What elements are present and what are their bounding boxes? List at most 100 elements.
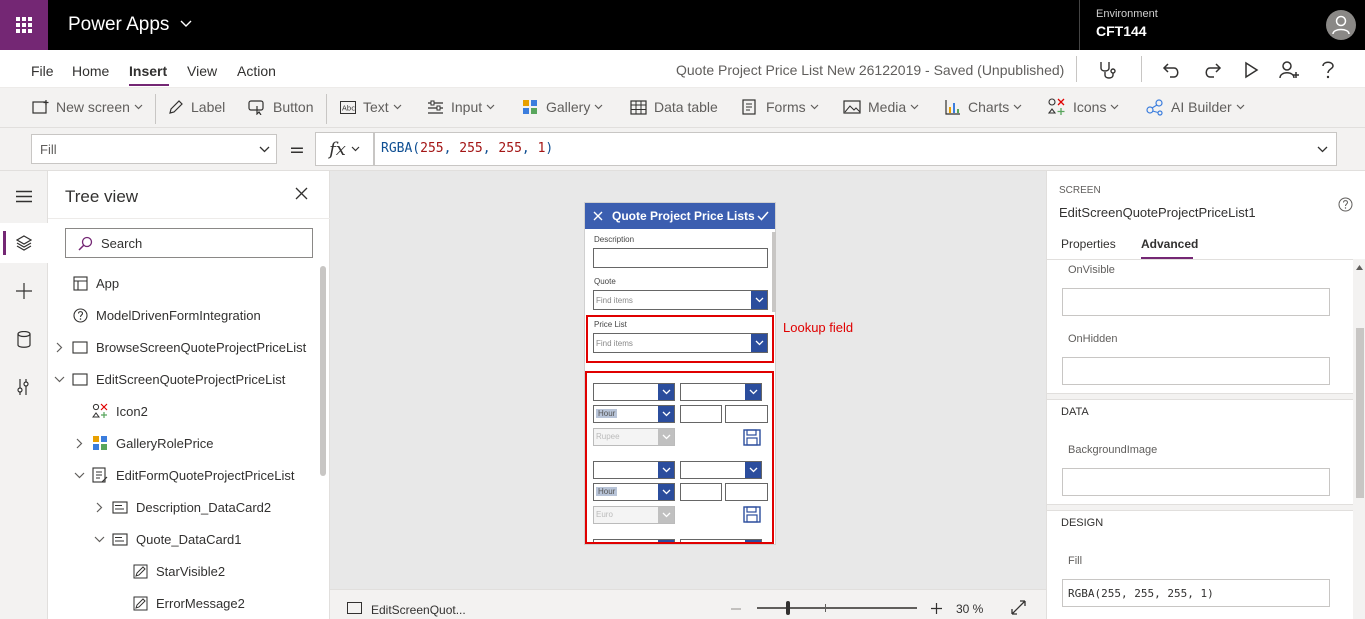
property-dropdown[interactable]: Fill [31,134,277,164]
tree-node-editscreen[interactable]: EditScreenQuoteProjectPriceList [52,366,285,392]
control-kind: SCREEN [1059,185,1101,196]
help-circle-icon[interactable] [1338,197,1353,212]
tab-action[interactable]: Action [237,63,276,79]
close-icon[interactable] [295,187,308,200]
icons-button[interactable]: Icons [1048,96,1126,118]
screen-selector[interactable]: EditScreenQuot... [371,603,466,617]
forms-button[interactable]: Forms [742,96,826,118]
control-name[interactable]: EditScreenQuoteProjectPriceList1 [1059,205,1256,220]
fill-label: Fill [1068,555,1083,567]
chevron-down-icon[interactable] [180,20,192,28]
environment-picker[interactable]: Environment CFT144 [1079,0,1317,50]
formula-input[interactable]: RGBA(255, 255, 255, 1) [374,132,1337,166]
layers-icon [16,235,32,251]
backgroundimage-input[interactable] [1062,468,1330,496]
svg-text:Abc: Abc [342,104,355,112]
advanced-tools-button[interactable] [0,367,48,407]
chevron-right-icon[interactable] [72,438,86,449]
divider [48,218,330,219]
dropdown-button[interactable] [751,291,767,309]
scrollbar[interactable] [320,266,326,476]
button-icon [248,100,264,115]
app-checker-button[interactable] [1096,58,1120,82]
tree-node-errormessage[interactable]: ErrorMessage2 [112,590,245,616]
tab-file[interactable]: File [31,63,54,79]
new-screen-button[interactable]: New screen [32,96,150,118]
help-button[interactable] [1316,58,1340,82]
chevron-down-icon [351,146,360,152]
charts-button[interactable]: Charts [945,96,1029,118]
zoom-slider-thumb[interactable] [786,601,790,615]
chevron-down-icon[interactable] [72,472,86,479]
tree-node-label: EditScreenQuoteProjectPriceList [96,371,286,387]
backgroundimage-label: BackgroundImage [1068,444,1158,456]
form-icon [92,467,108,483]
tree-node-starvisible[interactable]: StarVisible2 [112,558,225,584]
tree-view-button[interactable] [0,223,48,263]
scrollbar-thumb[interactable] [1356,328,1364,498]
tree-node-quote-datacard[interactable]: Quote_DataCard1 [92,526,242,552]
tree-node-galleryroleprice[interactable]: GalleryRolePrice [72,430,214,456]
zoom-in-icon[interactable] [931,603,942,614]
highlight-box [585,371,774,544]
hamburger-button[interactable] [0,176,48,216]
fill-input[interactable]: RGBA(255, 255, 255, 1) [1062,579,1330,607]
tree-search-input[interactable]: Search [65,228,313,258]
media-button[interactable]: Media [843,96,926,118]
chevron-right-icon[interactable] [92,502,106,513]
scroll-up-icon[interactable] [1356,265,1363,270]
tab-properties[interactable]: Properties [1061,237,1116,251]
tree-node-description-datacard[interactable]: Description_DataCard2 [92,494,271,520]
zoom-out-icon[interactable] [731,608,741,610]
tab-advanced[interactable]: Advanced [1141,237,1198,251]
button-button[interactable]: Button [248,96,313,118]
tab-view[interactable]: View [187,63,217,79]
data-table-button[interactable]: Data table [630,96,718,118]
text-button[interactable]: Abc Text [340,96,409,118]
tab-home[interactable]: Home [72,63,109,79]
undo-button[interactable] [1160,58,1184,82]
input-button[interactable]: Input [427,96,502,118]
chevron-down-icon[interactable] [1317,146,1328,153]
formula-separator: , [482,141,499,156]
avatar[interactable] [1326,10,1356,40]
zoom-level: 30 % [956,602,984,616]
insert-button[interactable] [0,271,48,311]
ai-builder-button[interactable]: AI Builder [1146,96,1252,118]
redo-button[interactable] [1200,58,1224,82]
tree-node-app[interactable]: App [52,270,119,296]
preview-button[interactable] [1239,58,1263,82]
media-label: Media [868,99,907,115]
tree-node-browsescreen[interactable]: BrowseScreenQuoteProjectPriceList [52,334,306,360]
data-sources-button[interactable] [0,319,48,359]
quote-combobox[interactable]: Find items [593,290,768,310]
description-input[interactable] [593,248,768,268]
chevron-down-icon[interactable] [92,536,106,543]
app-launcher-button[interactable] [0,0,48,50]
tree-node-label: BrowseScreenQuoteProjectPriceList [96,339,307,355]
zoom-slider[interactable] [757,601,917,615]
tree-node-icon2[interactable]: Icon2 [72,398,148,424]
tab-insert[interactable]: Insert [129,63,167,79]
checkmark-icon[interactable] [757,211,769,221]
tree-node-editform[interactable]: EditFormQuoteProjectPriceList [72,462,294,488]
input-label: Input [451,99,483,115]
chevron-down-icon[interactable] [52,376,66,383]
share-button[interactable] [1277,58,1301,82]
chevron-down-icon [259,146,270,153]
tree-node-modeldrivenformintegration[interactable]: ModelDrivenFormIntegration [52,302,261,328]
scrollbar[interactable] [772,232,776,312]
formula-arg-blue: 255 [498,141,522,156]
function-button[interactable]: fx [315,132,374,166]
onvisible-input[interactable] [1062,288,1330,316]
label-button[interactable]: Label [168,96,225,118]
datacard-icon [112,531,128,547]
chevron-down-icon [910,104,919,110]
icons-icon [1048,98,1065,115]
chevron-right-icon[interactable] [52,342,66,353]
gallery-button[interactable]: Gallery [522,96,610,118]
close-icon[interactable] [593,211,603,221]
fit-to-window-icon[interactable] [1011,600,1026,615]
app-name[interactable]: Power Apps [68,14,169,36]
onhidden-input[interactable] [1062,357,1330,385]
